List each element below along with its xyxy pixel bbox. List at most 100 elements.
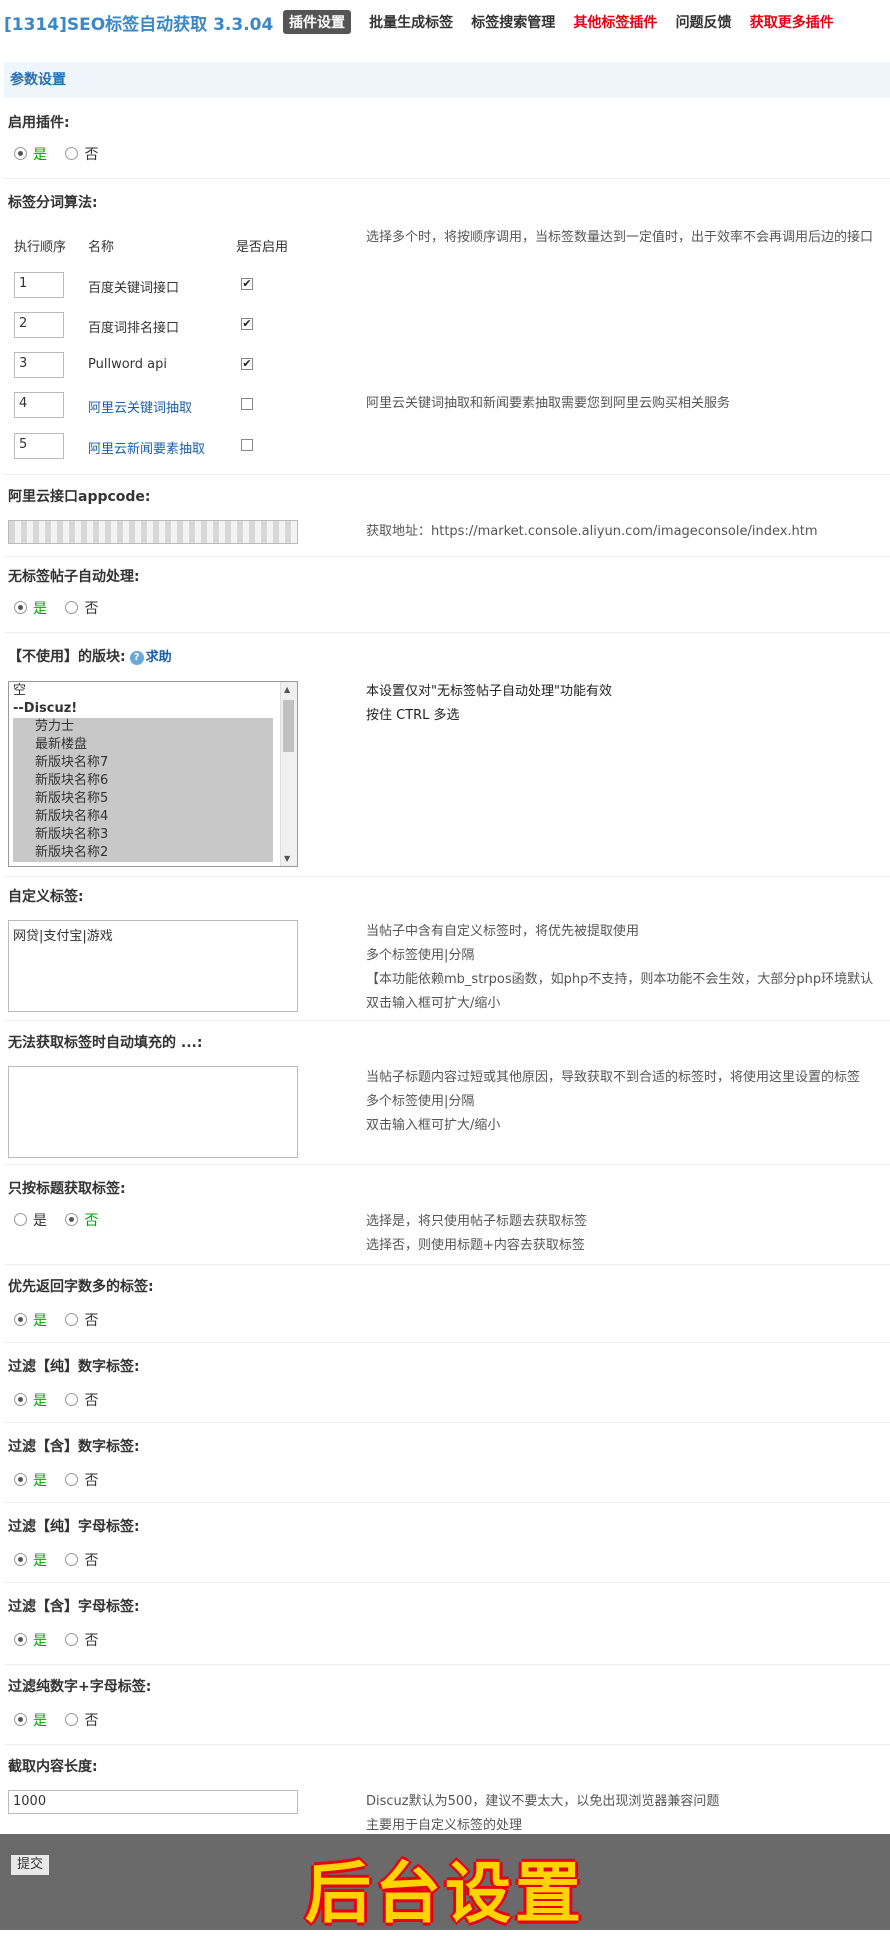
nav-more-plugins[interactable]: 获取更多插件 <box>750 12 834 32</box>
forum-group[interactable]: --Discuz! <box>9 700 297 718</box>
help-link[interactable]: 求助 <box>146 650 172 665</box>
title-only-no[interactable]: 否 <box>65 1210 98 1230</box>
help-icon[interactable]: ? <box>129 651 144 665</box>
no-tag-auto-no[interactable]: 否 <box>65 598 98 618</box>
custom-tags-textarea[interactable]: 网贷|支付宝|游戏 <box>8 920 298 1012</box>
scroll-down-icon[interactable]: ▼ <box>284 854 290 863</box>
appcode-hint: 获取地址：https://market.console.aliyun.com/i… <box>366 524 818 539</box>
nav-batch-generate[interactable]: 批量生成标签 <box>369 12 453 32</box>
algo-name-1: 百度关键词接口 <box>88 281 180 296</box>
filter-has-alpha-label: 过滤【含】字母标签: <box>8 1599 140 1615</box>
radio-unchecked-icon <box>65 147 79 160</box>
filter-pure-num-no[interactable]: 否 <box>65 1390 98 1410</box>
appcode-label: 阿里云接口appcode: <box>8 489 151 505</box>
order-input-3[interactable]: 3 <box>14 352 64 378</box>
submit-button[interactable]: 提交 <box>10 1854 50 1876</box>
title-only-hint-2: 选择否，则使用标题+内容去获取标签 <box>366 1238 585 1253</box>
divider <box>4 1744 890 1745</box>
col-name: 名称 <box>88 240 115 255</box>
forum-multiselect[interactable]: 空 --Discuz! 劳力士 最新楼盘 新版块名称7 新版块名称6 新版块名称… <box>8 681 298 867</box>
enable-plugin-no[interactable]: 否 <box>65 144 98 164</box>
prefer-long-label: 优先返回字数多的标签: <box>8 1279 154 1295</box>
nav-feedback[interactable]: 问题反馈 <box>676 12 732 32</box>
forum-option[interactable]: 新版块名称6 <box>13 772 273 790</box>
divider <box>4 1264 890 1265</box>
algo-name-2: 百度词排名接口 <box>88 321 180 336</box>
no-tag-auto-yes[interactable]: 是 <box>14 598 47 618</box>
bottom-banner: 后台设置 <box>0 1834 890 1932</box>
filter-alnum-no[interactable]: 否 <box>65 1710 98 1730</box>
scroll-thumb[interactable] <box>283 700 294 752</box>
nav-tag-search[interactable]: 标签搜索管理 <box>471 12 555 32</box>
filter-has-num-no[interactable]: 否 <box>65 1470 98 1490</box>
banner-title: 后台设置 <box>305 1855 585 1932</box>
order-input-1[interactable]: 1 <box>14 272 64 298</box>
forum-option[interactable]: 新版块名称7 <box>13 754 273 772</box>
divider <box>4 1164 890 1165</box>
algo-checkbox-3[interactable]: ✔ <box>241 358 253 370</box>
forum-option[interactable]: 劳力士 <box>13 718 273 736</box>
content-length-hint-1: Discuz默认为500，建议不要太大，以免出现浏览器兼容问题 <box>366 1794 720 1809</box>
algo-checkbox-4[interactable] <box>241 398 253 410</box>
fallback-tags-label: 无法获取标签时自动填充的 ...: <box>8 1035 203 1051</box>
appcode-input[interactable] <box>8 520 298 544</box>
title-only-radios: 是 否 <box>14 1210 112 1230</box>
forum-option[interactable]: 空 <box>9 682 297 700</box>
filter-pure-alpha-no[interactable]: 否 <box>65 1550 98 1570</box>
radio-unchecked-icon <box>65 1553 79 1566</box>
fallback-hint-1: 当帖子标题内容过短或其他原因，导致获取不到合适的标签时，将使用这里设置的标签 <box>366 1070 861 1085</box>
app-title: [1314]SEO标签自动获取 3.3.04 <box>4 15 274 35</box>
radio-unchecked-icon <box>65 1393 79 1406</box>
radio-checked-icon <box>14 1473 27 1486</box>
forum-option[interactable]: 新版块名称2 <box>13 844 273 862</box>
order-input-4[interactable]: 4 <box>14 392 64 418</box>
divider <box>4 1502 890 1503</box>
radio-checked-icon <box>14 1713 27 1726</box>
filter-has-alpha-yes[interactable]: 是 <box>14 1630 47 1650</box>
filter-has-num-yes[interactable]: 是 <box>14 1470 47 1490</box>
order-input-2[interactable]: 2 <box>14 312 64 338</box>
title-only-label: 只按标题获取标签: <box>8 1181 126 1197</box>
unused-forums-hint-2: 按住 CTRL 多选 <box>366 708 460 723</box>
algo-checkbox-1[interactable]: ✔ <box>241 278 253 290</box>
scroll-up-icon[interactable]: ▲ <box>284 685 290 694</box>
radio-checked-icon <box>14 1633 27 1646</box>
fallback-tags-textarea[interactable] <box>8 1066 298 1158</box>
algo-name-4[interactable]: 阿里云关键词抽取 <box>88 397 192 416</box>
algo-checkbox-2[interactable]: ✔ <box>241 318 253 330</box>
content-length-label: 截取内容长度: <box>8 1759 98 1775</box>
filter-alnum-yes[interactable]: 是 <box>14 1710 47 1730</box>
enable-plugin-radios: 是 否 <box>14 144 112 164</box>
divider <box>4 556 890 557</box>
unused-forums-hint-1: 本设置仅对"无标签帖子自动处理"功能有效 <box>366 684 612 699</box>
algorithm-hint: 选择多个时，将按顺序调用，当标签数量达到一定值时，出于效率不会再调用后边的接口 <box>366 230 874 245</box>
divider <box>4 1422 890 1423</box>
algo-checkbox-5[interactable] <box>241 439 253 451</box>
prefer-long-yes[interactable]: 是 <box>14 1310 47 1330</box>
divider <box>4 178 890 179</box>
divider <box>4 1582 890 1583</box>
content-length-input[interactable]: 1000 <box>8 1790 298 1814</box>
nav-plugin-settings[interactable]: 插件设置 <box>283 10 351 34</box>
forum-option[interactable]: 最新楼盘 <box>13 736 273 754</box>
title-only-hint-1: 选择是，将只使用帖子标题去获取标签 <box>366 1214 588 1229</box>
forum-option[interactable]: 新版块名称5 <box>13 790 273 808</box>
filter-pure-alpha-yes[interactable]: 是 <box>14 1550 47 1570</box>
algo-name-5[interactable]: 阿里云新闻要素抽取 <box>88 438 205 457</box>
radio-checked-icon <box>14 1393 27 1406</box>
custom-tags-label: 自定义标签: <box>8 889 84 905</box>
enable-plugin-yes[interactable]: 是 <box>14 144 47 164</box>
filter-has-alpha-no[interactable]: 否 <box>65 1630 98 1650</box>
listbox-scrollbar[interactable]: ▲ ▼ <box>280 682 297 866</box>
radio-checked-icon <box>65 1213 79 1226</box>
nav-other-plugins[interactable]: 其他标签插件 <box>573 12 657 32</box>
forum-option[interactable]: 新版块名称4 <box>13 808 273 826</box>
title-only-yes[interactable]: 是 <box>14 1210 47 1230</box>
prefer-long-no[interactable]: 否 <box>65 1310 98 1330</box>
aliyun-hint: 阿里云关键词抽取和新闻要素抽取需要您到阿里云购买相关服务 <box>366 396 731 411</box>
unused-forums-label: 【不使用】的版块:? 求助 <box>8 649 172 665</box>
content-length-hint-2: 主要用于自定义标签的处理 <box>366 1818 523 1833</box>
forum-option[interactable]: 新版块名称3 <box>13 826 273 844</box>
order-input-5[interactable]: 5 <box>14 433 64 459</box>
filter-pure-num-yes[interactable]: 是 <box>14 1390 47 1410</box>
